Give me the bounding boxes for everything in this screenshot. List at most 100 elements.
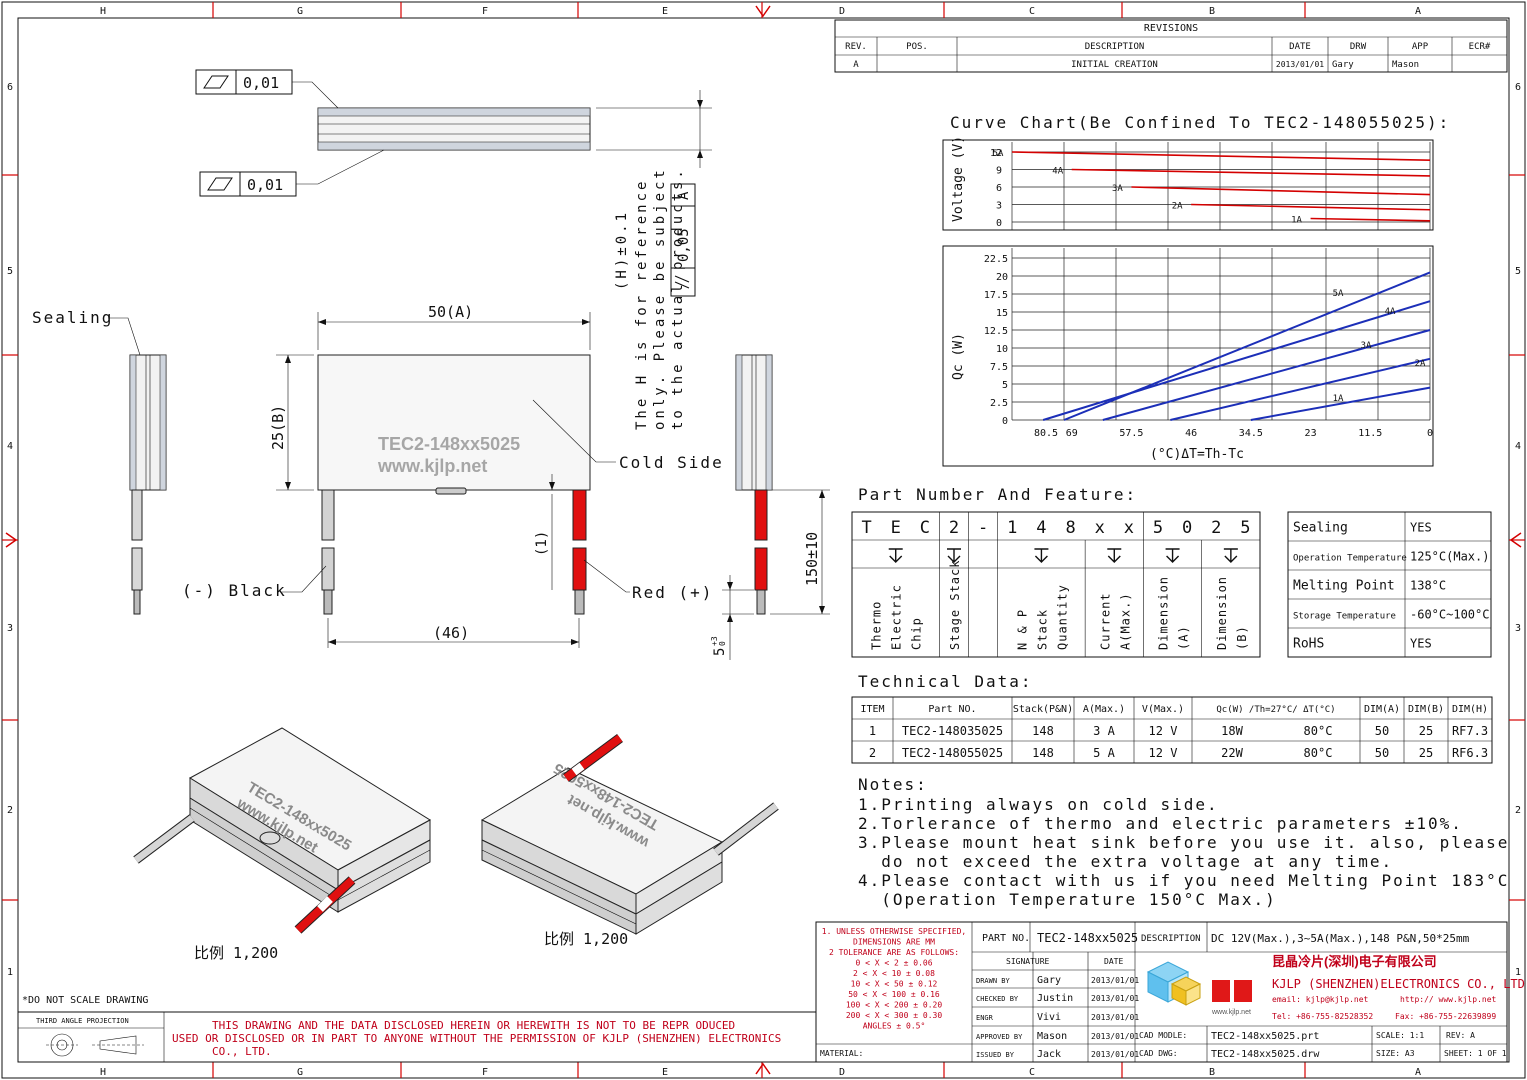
qc-x-tick-label: 57.5 (1119, 428, 1143, 439)
tech-cell: 50 (1375, 724, 1389, 738)
tech-cell: TEC2-148035025 (902, 724, 1003, 738)
row-label: 1 (7, 967, 13, 978)
date-label: DATE (1104, 957, 1123, 966)
company-logo: www.kjlp.net (1146, 961, 1252, 1016)
column-label: A (1415, 6, 1421, 17)
part-number-char: 1 (1007, 518, 1017, 538)
note-line: 3.Please mount heat sink before you use … (858, 833, 1509, 852)
voltage-series-line (1310, 217, 1431, 222)
tolerance-line: 1. UNLESS OTHERWISE SPECIFIED, (822, 927, 967, 936)
signature-date: 2013/01/01 (1091, 1050, 1139, 1059)
voltage-tick-label: 9 (996, 166, 1002, 177)
tech-cell: RF7.3 (1452, 724, 1488, 738)
spec-label: Sealing (1293, 521, 1348, 536)
part-feature-desc: Dimension (1215, 576, 1229, 650)
signature-date: 2013/01/01 (1091, 1013, 1139, 1022)
signature-label: SIGNATURE (1006, 957, 1050, 966)
voltage-series-line (1131, 186, 1431, 196)
note-line: 1.Printing always on cold side. (858, 795, 1219, 814)
qc-x-axis-label: (°C)ΔT=Th-Tc (1150, 447, 1244, 462)
down-arrow-icon (888, 548, 903, 563)
row-label: 6 (1515, 82, 1521, 93)
signature-name: Gary (1037, 975, 1061, 986)
voltage-series-label: 3A (1112, 184, 1123, 194)
voltage-series-label: 1A (1291, 216, 1302, 226)
title-block: 1. UNLESS OTHERWISE SPECIFIED, DIMENSIONS… (815, 921, 1525, 1063)
qc-tick-label: 22.5 (984, 254, 1008, 265)
signature-role: ENGR (976, 1014, 994, 1022)
iso-view-2: www.kjlp.net TEC2-148xx5025 比例 1,200 (480, 733, 779, 948)
description-label: DESCRIPTION (1141, 934, 1201, 944)
qc-tick-label: 2.5 (990, 398, 1008, 409)
down-arrow-icon (1223, 548, 1238, 563)
revision-header: APP (1412, 42, 1429, 52)
tech-header: DIM(A) (1364, 704, 1400, 715)
part-number-char: - (978, 518, 988, 538)
revision-cell: 2013/01/01 (1276, 60, 1324, 69)
part-feature-desc: A(Max.) (1118, 592, 1132, 650)
spec-value: -60°C~100°C (1410, 608, 1489, 622)
notes: Notes: 1.Printing always on cold side.2.… (858, 775, 1509, 909)
rev-label: REV: A (1446, 1031, 1475, 1040)
signature-date: 2013/01/01 (1091, 1032, 1139, 1041)
tech-cell: 22W (1221, 746, 1243, 760)
projection-symbol-icon (46, 1033, 144, 1057)
revision-cell: Mason (1392, 60, 1419, 70)
tech-cell: 5 A (1093, 746, 1115, 760)
company-web: http:// www.kjlp.net (1400, 995, 1497, 1004)
row-label: 6 (7, 82, 13, 93)
module-print-2: www.kjlp.net (377, 456, 487, 476)
left-side-view: Sealing (32, 308, 167, 615)
part-feature-desc: Current (1098, 592, 1112, 650)
svg-text:0,01: 0,01 (247, 176, 283, 194)
part-number-char: C (920, 518, 930, 538)
part-number-char: 5 (1240, 518, 1250, 538)
chart-title: Curve Chart(Be Confined To TEC2-14805502… (950, 113, 1450, 132)
voltage-chart: Voltage (V) 129630 5A4A3A2A1A (942, 136, 1434, 231)
tech-cell: 12 V (1149, 746, 1178, 760)
technical-table: ITEM Part NO. Stack(P&N) A(Max.) V(Max.) Qc(W… (851, 696, 1493, 764)
signature-role: CHECKED BY (976, 995, 1019, 1003)
qc-tick-label: 0 (1002, 416, 1008, 427)
down-arrow-icon (1034, 548, 1049, 563)
part-number-char: 2 (949, 518, 959, 538)
part-feature-desc: Dimension (1157, 576, 1171, 650)
cad-model-value: TEC2-148xx5025.prt (1211, 1031, 1319, 1042)
row-label: 2 (1515, 805, 1521, 816)
tech-cell: 80°C (1304, 746, 1333, 760)
spec-value: 125°C(Max.) (1410, 550, 1489, 564)
flatness-callout-bottom: 0,01 (199, 149, 385, 197)
tolerance-line: 2 < X < 10 ± 0.08 (853, 969, 935, 978)
part-number-char: 8 (1065, 518, 1075, 538)
tech-header: DIM(H) (1452, 704, 1488, 715)
qc-x-tick-label: 34.5 (1239, 428, 1263, 439)
signature-date: 2013/01/01 (1091, 994, 1139, 1003)
column-label: E (662, 6, 668, 17)
center-arrow-icon (755, 1062, 771, 1075)
revision-header: DATE (1289, 42, 1311, 52)
part-number-char: E (891, 518, 901, 538)
part-feature-desc: Stage Stack (948, 560, 962, 650)
qc-x-tick-label: 46 (1185, 428, 1197, 439)
spec-label: Melting Point (1293, 579, 1395, 594)
signature-name: Vivi (1037, 1012, 1061, 1023)
spec-table: Sealing YES Operation Temperature 125°C(Max… (1287, 511, 1492, 658)
voltage-tick-label: 3 (996, 201, 1002, 212)
no-scale-note: *DO NOT SCALE DRAWING (22, 995, 148, 1006)
svg-text:25(B): 25(B) (269, 405, 287, 450)
column-label: D (839, 6, 845, 17)
tech-cell: 80°C (1304, 724, 1333, 738)
tolerance-line: DIMENSIONS ARE MM (853, 938, 935, 947)
tolerance-line: 0 < X < 2 ± 0.06 (855, 959, 932, 968)
part-number-char: 2 (1211, 518, 1221, 538)
spec-value: YES (1410, 637, 1432, 651)
tech-cell: 12 V (1149, 724, 1178, 738)
svg-text:Sealing: Sealing (32, 308, 113, 327)
qc-series-label: 5A (1333, 289, 1344, 299)
tech-cell: 18W (1221, 724, 1243, 738)
qc-series-label: 4A (1385, 307, 1396, 317)
tolerance-line: 100 < X < 200 ± 0.20 (846, 1001, 943, 1010)
part-number-char: x (1124, 518, 1134, 538)
tech-cell: TEC2-148055025 (902, 746, 1003, 760)
svg-text:比例 1,200: 比例 1,200 (544, 930, 628, 948)
